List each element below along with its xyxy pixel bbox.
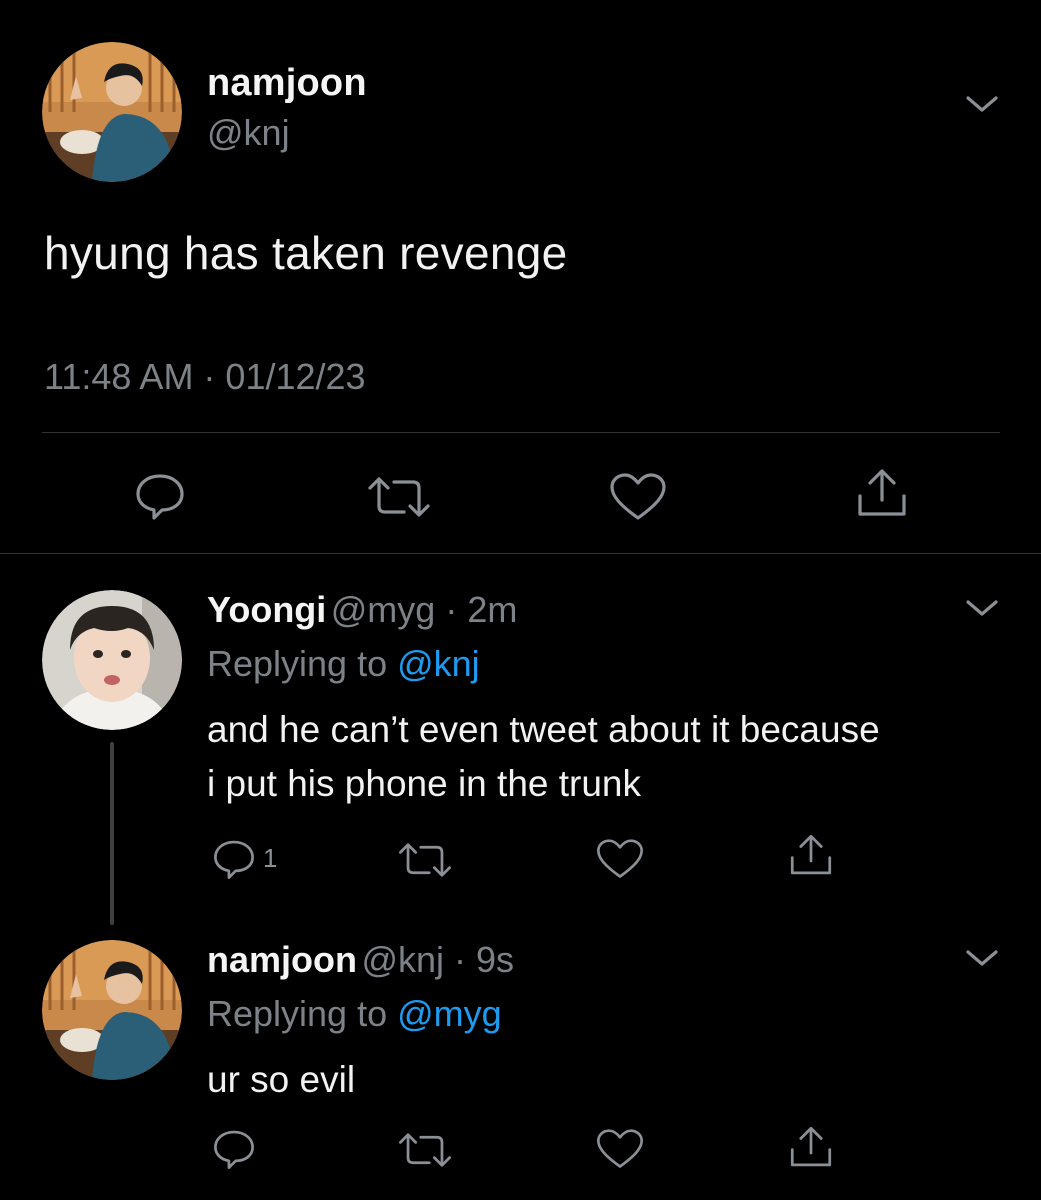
reply-icon[interactable]	[212, 1128, 256, 1170]
reply-icon[interactable]	[212, 838, 256, 880]
divider	[42, 432, 1000, 433]
retweet-icon[interactable]	[397, 840, 453, 880]
replying-to-label: Replying to	[207, 993, 398, 1034]
reply-count: 1	[263, 843, 278, 873]
display-name[interactable]: Yoongi	[207, 589, 326, 630]
like-icon[interactable]	[595, 1128, 645, 1170]
replying-to-link[interactable]: @knj	[397, 643, 480, 684]
retweet-icon[interactable]	[397, 1130, 453, 1170]
replying-to-link[interactable]: @myg	[397, 993, 502, 1034]
display-name[interactable]: namjoon	[207, 939, 357, 980]
tweet-timestamp: 11:48 AM · 01/12/23	[44, 356, 366, 397]
tweet-text: ur so evil	[207, 1059, 356, 1100]
tweet-text: i put his phone in the trunk	[207, 763, 642, 804]
retweet-icon[interactable]	[366, 474, 432, 520]
chevron-down-icon[interactable]	[964, 946, 1000, 970]
divider	[0, 553, 1041, 554]
share-icon[interactable]	[787, 1124, 835, 1170]
display-name[interactable]: namjoon	[207, 62, 367, 105]
handle-and-time[interactable]: @knj · 9s	[361, 939, 514, 980]
reply-icon[interactable]	[134, 472, 186, 520]
tweet-text: hyung has taken revenge	[44, 227, 568, 279]
avatar[interactable]	[42, 42, 182, 182]
chevron-down-icon[interactable]	[964, 92, 1000, 116]
handle-and-time[interactable]: @myg · 2m	[331, 589, 518, 630]
handle[interactable]: @knj	[207, 112, 290, 154]
share-icon[interactable]	[854, 466, 910, 520]
share-icon[interactable]	[787, 832, 835, 878]
avatar[interactable]	[42, 590, 182, 730]
replying-to-label: Replying to	[207, 643, 398, 684]
tweet-text: and he can’t even tweet about it because	[207, 709, 880, 750]
like-icon[interactable]	[608, 472, 668, 522]
chevron-down-icon[interactable]	[964, 596, 1000, 620]
like-icon[interactable]	[595, 838, 645, 880]
thread-connector	[110, 742, 114, 925]
avatar[interactable]	[42, 940, 182, 1080]
